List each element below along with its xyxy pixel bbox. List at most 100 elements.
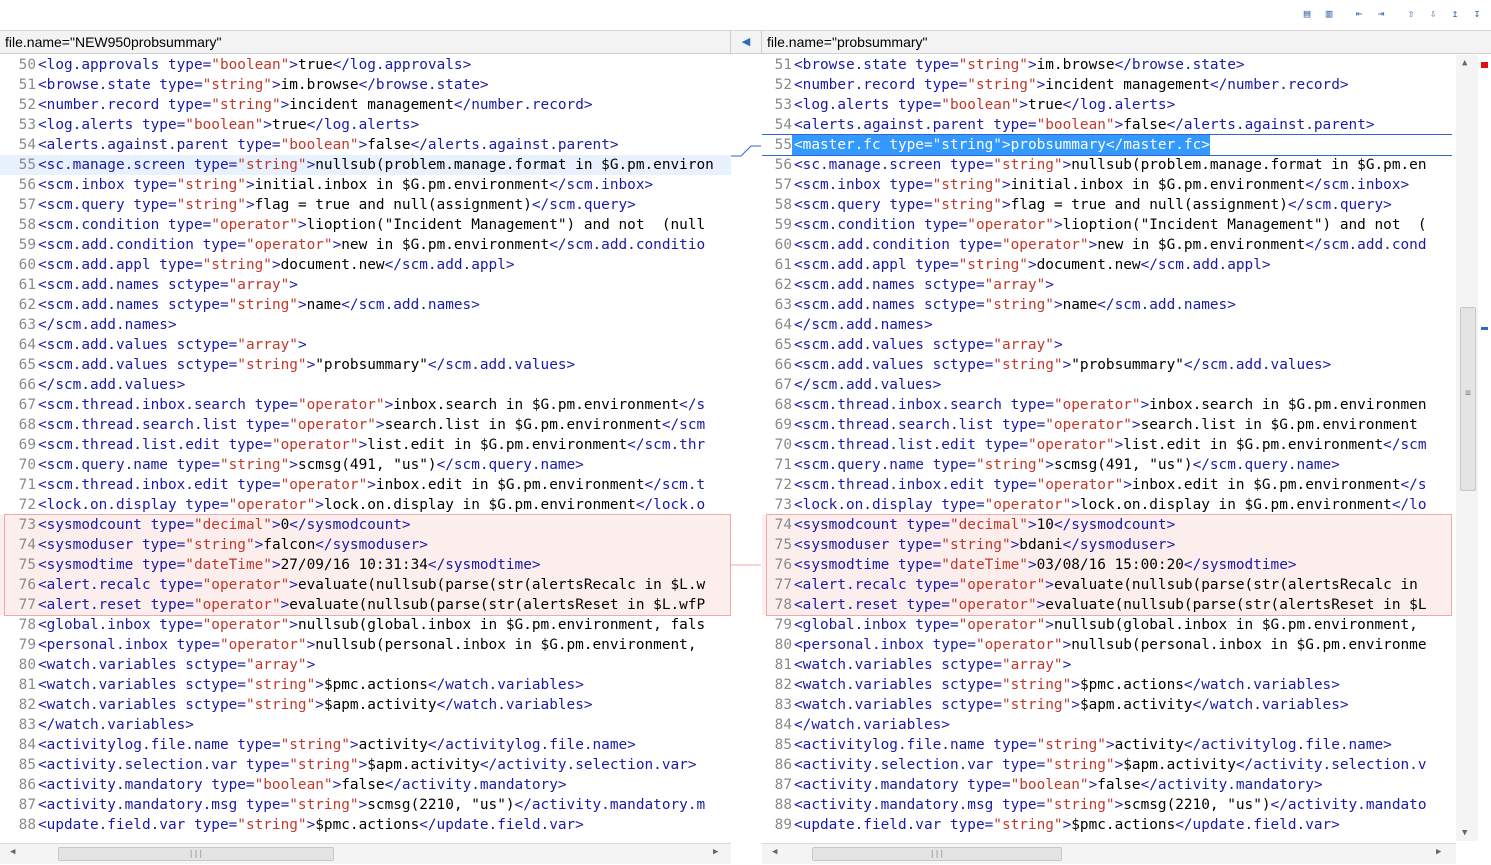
scroll-right-icon[interactable]: ▶ (713, 842, 718, 862)
left-horizontal-scrollbar[interactable]: ◀ ||| ▶ (0, 843, 731, 864)
code-line[interactable]: 64 <scm.add.values sctype="array"> (0, 335, 731, 355)
code-line[interactable]: 57 <scm.query type="string">flag = true a… (0, 195, 731, 215)
code-line[interactable]: 68 <scm.thread.inbox.search type="operato… (762, 395, 1452, 415)
code-line[interactable]: 59 <scm.add.condition type="operator">new… (0, 235, 731, 255)
code-line[interactable]: 71 <scm.query.name type="string">scmsg(49… (762, 455, 1452, 475)
code-line[interactable]: 79 <global.inbox type="operator">nullsub(… (762, 615, 1452, 635)
code-line[interactable]: 57 <scm.inbox type="string">initial.inbox… (762, 175, 1452, 195)
code-line[interactable]: 53 <log.alerts type="boolean">true</log.a… (762, 95, 1452, 115)
copy-left-icon[interactable]: ⇤ (1351, 6, 1367, 22)
code-line[interactable]: 81 <watch.variables sctype="string">$pmc.… (0, 675, 731, 695)
code-line[interactable]: 73 <lock.on.display type="operator">lock.… (762, 495, 1452, 515)
scroll-up-icon[interactable]: ▲ (1462, 53, 1467, 73)
code-line[interactable]: 61 <scm.add.names sctype="array"> (0, 275, 731, 295)
tag-token: > (1114, 437, 1124, 453)
code-line[interactable]: 81 <watch.variables sctype="array"> (762, 655, 1452, 675)
code-line[interactable]: 86 <activity.selection.var type="string">… (762, 755, 1452, 775)
code-line[interactable]: 52 <number.record type="string">incident … (762, 75, 1452, 95)
code-line[interactable]: 87 <activity.mandatory.msg type="string">… (0, 795, 731, 815)
code-line[interactable]: 69 <scm.thread.list.edit type="operator">… (0, 435, 731, 455)
code-line[interactable]: 82 <watch.variables sctype="string">$pmc.… (762, 675, 1452, 695)
code-line[interactable]: 88 <activity.mandatory.msg type="string">… (762, 795, 1452, 815)
copy-right-icon[interactable]: ⇥ (1373, 6, 1389, 22)
code-line[interactable]: 80 <watch.variables sctype="array"> (0, 655, 731, 675)
line-number: 72 (774, 477, 792, 493)
code-line[interactable]: 65 <scm.add.values sctype="array"> (762, 335, 1452, 355)
scroll-left-icon[interactable]: ◀ (10, 842, 15, 862)
code-line[interactable]: 50 <log.approvals type="boolean">true</lo… (0, 55, 731, 75)
scroll-right-icon[interactable]: ▶ (1436, 842, 1441, 862)
code-line[interactable]: 55 <master.fc type="string">probsummary</… (762, 134, 1452, 156)
tag-token: > (1071, 497, 1080, 513)
code-line[interactable]: 66 </scm.add.values> (0, 375, 731, 395)
code-line[interactable]: 78 <global.inbox type="operator">nullsub(… (0, 615, 731, 635)
code-line[interactable]: 84 <activitylog.file.name type="string">a… (0, 735, 731, 755)
code-line[interactable]: 63 </scm.add.names> (0, 315, 731, 335)
next-diff-icon[interactable]: ⇩ (1425, 6, 1441, 22)
code-line[interactable]: 72 <lock.on.display type="operator">lock.… (0, 495, 731, 515)
code-line[interactable]: 55 <sc.manage.screen type="string">nullsu… (0, 155, 731, 175)
copy-direction-arrow-icon[interactable]: ◀ (731, 31, 761, 54)
columns-icon[interactable]: ▥ (1321, 6, 1337, 22)
overview-ruler[interactable] (1479, 55, 1491, 841)
tag-token: <scm.thread.inbox.search (794, 397, 1011, 413)
code-line[interactable]: 84 </watch.variables> (762, 715, 1452, 735)
attr-value: "array" (993, 337, 1054, 353)
code-line[interactable]: 58 <scm.condition type="operator">lioptio… (0, 215, 731, 235)
code-line[interactable]: 51 <browse.state type="string">im.browse<… (0, 75, 731, 95)
code-line[interactable]: 56 <sc.manage.screen type="string">nullsu… (762, 155, 1452, 175)
scroll-left-icon[interactable]: ◀ (772, 842, 777, 862)
code-line[interactable]: 79 <personal.inbox type="operator">nullsu… (0, 635, 731, 655)
left-h-scroll-thumb[interactable]: ||| (58, 847, 334, 861)
code-line[interactable]: 68 <scm.thread.search.list type="operator… (0, 415, 731, 435)
code-line[interactable]: 53 <log.alerts type="boolean">true</log.a… (0, 115, 731, 135)
code-line[interactable]: 85 <activity.selection.var type="string">… (0, 755, 731, 775)
code-line[interactable]: 62 <scm.add.names sctype="array"> (762, 275, 1452, 295)
code-line[interactable]: 89 <update.field.var type="string">$pmc.a… (762, 815, 1452, 835)
tag-token: type= (185, 497, 229, 513)
code-line[interactable]: 63 <scm.add.names sctype="string">name</s… (762, 295, 1452, 315)
text-token: activity (358, 737, 428, 753)
code-line[interactable]: 88 <update.field.var type="string">$pmc.a… (0, 815, 731, 835)
code-line[interactable]: 83 <watch.variables sctype="string">$apm.… (762, 695, 1452, 715)
code-line[interactable]: 72 <scm.thread.inbox.edit type="operator"… (762, 475, 1452, 495)
code-line[interactable]: 83 </watch.variables> (0, 715, 731, 735)
left-editor-pane[interactable]: 50 <log.approvals type="boolean">true</lo… (0, 55, 732, 841)
vertical-scroll-thumb[interactable]: ≡ (1460, 307, 1476, 491)
code-line[interactable]: 61 <scm.add.appl type="string">document.n… (762, 255, 1452, 275)
scroll-down-icon[interactable]: ▼ (1462, 823, 1467, 843)
code-line[interactable]: 70 <scm.thread.list.edit type="operator">… (762, 435, 1452, 455)
right-horizontal-scrollbar[interactable]: ◀ ||| ▶ (762, 843, 1456, 864)
code-line[interactable]: 71 <scm.thread.inbox.edit type="operator"… (0, 475, 731, 495)
code-line[interactable]: 54 <alerts.against.parent type="boolean">… (0, 135, 731, 155)
code-line[interactable]: 60 <scm.add.condition type="operator">new… (762, 235, 1452, 255)
right-h-scroll-thumb[interactable]: ||| (812, 847, 1062, 861)
right-editor-pane[interactable]: 51 <browse.state type="string">im.browse<… (762, 55, 1452, 841)
code-line[interactable]: 85 <activitylog.file.name type="string">a… (762, 735, 1452, 755)
code-line[interactable]: 62 <scm.add.names sctype="string">name</s… (0, 295, 731, 315)
code-line[interactable]: 51 <browse.state type="string">im.browse<… (762, 55, 1452, 75)
code-line[interactable]: 67 <scm.thread.inbox.search type="operato… (0, 395, 731, 415)
tag-token: <scm.add.condition (794, 237, 959, 253)
code-line[interactable]: 87 <activity.mandatory type="boolean">fal… (762, 775, 1452, 795)
code-line[interactable]: 66 <scm.add.values sctype="string">"probs… (762, 355, 1452, 375)
code-line[interactable]: 60 <scm.add.appl type="string">document.n… (0, 255, 731, 275)
code-line[interactable]: 70 <scm.query.name type="string">scmsg(49… (0, 455, 731, 475)
prev-diff-icon[interactable]: ⇧ (1403, 6, 1419, 22)
code-line[interactable]: 52 <number.record type="string">incident … (0, 95, 731, 115)
code-line[interactable]: 65 <scm.add.values sctype="string">"probs… (0, 355, 731, 375)
code-line[interactable]: 56 <scm.inbox type="string">initial.inbox… (0, 175, 731, 195)
code-line[interactable]: 69 <scm.thread.search.list type="operator… (762, 415, 1452, 435)
vertical-scrollbar[interactable]: ▲ ≡ ▼ (1456, 55, 1478, 841)
layout-icon[interactable]: ▤ (1299, 6, 1315, 22)
code-line[interactable]: 82 <watch.variables sctype="string">$apm.… (0, 695, 731, 715)
code-line[interactable]: 54 <alerts.against.parent type="boolean">… (762, 115, 1452, 135)
code-line[interactable]: 86 <activity.mandatory type="boolean">fal… (0, 775, 731, 795)
next-change-icon[interactable]: ↧ (1469, 6, 1485, 22)
code-line[interactable]: 64 </scm.add.names> (762, 315, 1452, 335)
prev-change-icon[interactable]: ↥ (1447, 6, 1463, 22)
code-line[interactable]: 80 <personal.inbox type="operator">nullsu… (762, 635, 1452, 655)
code-line[interactable]: 58 <scm.query type="string">flag = true a… (762, 195, 1452, 215)
code-line[interactable]: 59 <scm.condition type="operator">lioptio… (762, 215, 1452, 235)
code-line[interactable]: 67 </scm.add.values> (762, 375, 1452, 395)
